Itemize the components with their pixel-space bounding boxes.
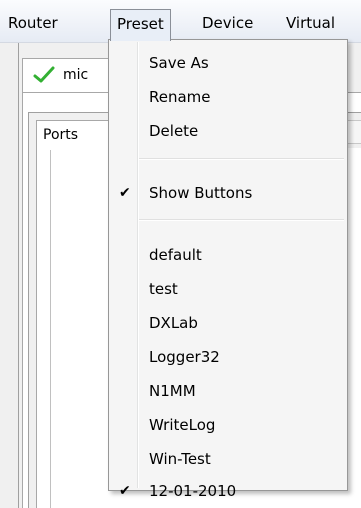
menu-preset[interactable]: Preset: [110, 9, 171, 41]
menu-item-label: test: [149, 280, 178, 298]
ports-panel-divider: [50, 150, 51, 508]
menu-item-save-as[interactable]: Save As: [111, 48, 345, 78]
menu-item-label: 12-01-2010: [149, 482, 237, 500]
menu-item-preset-writelog[interactable]: WriteLog: [111, 410, 345, 440]
menu-item-show-buttons[interactable]: ✔ Show Buttons: [111, 178, 345, 208]
menu-item-preset-test[interactable]: test: [111, 274, 345, 304]
menu-item-label: default: [149, 246, 202, 264]
menu-item-label: N1MM: [149, 382, 196, 400]
menu-item-label: Delete: [149, 122, 199, 140]
checkmark-icon: ✔: [119, 483, 131, 499]
menu-item-preset-default[interactable]: default: [111, 240, 345, 270]
tab-mic-label: mic: [63, 67, 89, 83]
menu-item-preset-12-01-2010[interactable]: ✔ 12-01-2010: [111, 476, 345, 506]
tab-ports[interactable]: Ports: [36, 120, 118, 149]
menu-item-preset-n1mm[interactable]: N1MM: [111, 376, 345, 406]
app-window: Router Preset Device Virtual mic Ports S…: [0, 0, 361, 508]
checkmark-icon: ✔: [119, 185, 131, 201]
menu-separator: [139, 158, 344, 160]
menu-item-delete[interactable]: Delete: [111, 116, 345, 146]
menu-item-label: Save As: [149, 54, 209, 72]
menu-item-preset-dxlab[interactable]: DXLab: [111, 308, 345, 338]
tab-ports-label: Ports: [43, 127, 79, 143]
menu-item-preset-logger32[interactable]: Logger32: [111, 342, 345, 372]
menu-router[interactable]: Router: [2, 11, 64, 35]
menu-item-label: WriteLog: [149, 416, 216, 434]
menu-item-label: Logger32: [149, 348, 220, 366]
menu-item-label: Show Buttons: [149, 184, 253, 202]
menu-item-preset-win-test[interactable]: Win-Test: [111, 444, 345, 474]
window-left-border: [18, 40, 19, 508]
menu-bar: Router Preset Device Virtual: [0, 0, 361, 43]
menu-separator: [139, 219, 344, 221]
menu-item-label: Win-Test: [149, 450, 211, 468]
menu-item-label: DXLab: [149, 314, 198, 332]
preset-dropdown-menu: Save As Rename Delete ✔ Show Buttons def…: [108, 39, 348, 500]
menu-virtual[interactable]: Virtual: [280, 11, 341, 35]
green-check-icon: [33, 66, 55, 83]
menu-item-rename[interactable]: Rename: [111, 82, 345, 112]
menu-device[interactable]: Device: [196, 11, 259, 35]
menu-item-label: Rename: [149, 88, 211, 106]
